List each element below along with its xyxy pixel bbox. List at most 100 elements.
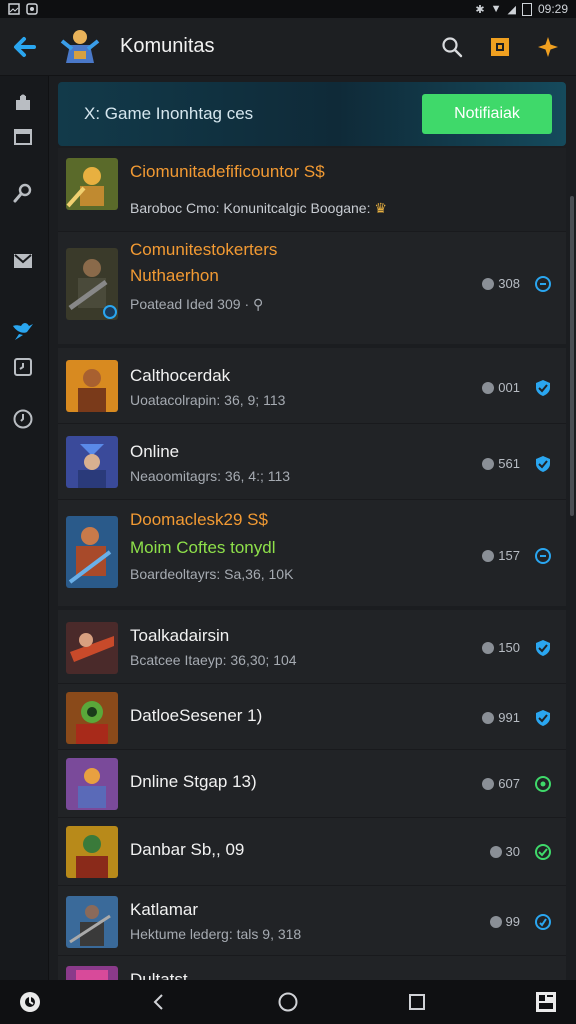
gallery-button[interactable]	[528, 984, 564, 1020]
list-item[interactable]: Comunitestokerters Nuthaerhon Poatead Id…	[58, 232, 566, 344]
list-item[interactable]: Doomaclesk29 S$ Moim Coftes tonydl Board…	[58, 500, 566, 606]
status-bar: ✱ ▼ ◢ 09:29	[0, 0, 576, 18]
mail-icon	[14, 254, 32, 268]
crown-icon: ♛	[374, 200, 387, 216]
status-circle-icon[interactable]	[534, 913, 552, 931]
member-count: 991	[482, 710, 520, 725]
pin-icon: · ⚲	[244, 296, 264, 312]
member-count: 99	[489, 914, 520, 929]
battery-icon	[521, 2, 532, 16]
list-item[interactable]: Katlamar Hektume lederg: tals 9, 318 99	[58, 886, 566, 956]
dot-icon	[482, 641, 495, 654]
row-title: Doomaclesk29 S$	[130, 510, 268, 529]
sidebar-item-search[interactable]	[8, 178, 38, 208]
dot-icon	[482, 711, 495, 724]
search-button[interactable]	[432, 27, 472, 67]
game-thumbnail	[66, 692, 118, 744]
row-title: Comunitestokerters	[130, 240, 278, 259]
row-title: Dnline Stgap 13)	[130, 772, 257, 791]
row-subtitle: Baroboc Cmo: Konunitcalgic Boogane: ♛	[130, 200, 387, 216]
sidebar-item-bird[interactable]	[8, 316, 38, 346]
dot-icon	[482, 549, 495, 562]
signal-icon: ◢	[507, 3, 516, 16]
inbox-icon	[14, 129, 32, 145]
search-key-icon	[13, 183, 32, 203]
member-count: 308	[482, 276, 520, 291]
status-circle-icon[interactable]	[534, 547, 552, 565]
notification-button[interactable]: Notifiaiak	[422, 94, 552, 134]
image-icon	[8, 3, 20, 15]
list-item[interactable]: Dultatst	[58, 956, 566, 980]
status-circle-icon[interactable]	[534, 275, 552, 293]
banner-text: X: Game Inonhtag ces	[84, 104, 254, 123]
row-title: Calthocerdak	[130, 366, 231, 385]
check-circle-green-icon[interactable]	[534, 843, 552, 861]
row-title: DatloeSesener 1)	[130, 706, 263, 725]
puzzle-icon	[16, 94, 30, 110]
list-item[interactable]: DatloeSesener 1) 991	[58, 684, 566, 750]
search-icon	[442, 36, 463, 57]
dot-icon	[482, 457, 495, 470]
game-thumbnail	[66, 360, 118, 412]
row-subtitle: Hektume lederg: tals 9, 318	[130, 926, 302, 942]
row-subtitle: Bcatcee Itaeyp: 36,30; 104	[130, 652, 297, 668]
wifi-icon: ▼	[490, 3, 502, 15]
game-thumbnail	[66, 158, 118, 210]
home-nav-icon	[278, 992, 298, 1012]
list-item[interactable]: Toalkadairsin Bcatcee Itaeyp: 36,30; 104…	[58, 610, 566, 684]
community-card-more: Toalkadairsin Bcatcee Itaeyp: 36,30; 104…	[58, 610, 566, 980]
row-title: Dultatst	[130, 970, 188, 980]
community-card-list: Calthocerdak Uoatacolrapin: 36, 9; 113 0…	[58, 348, 566, 606]
app-logo	[56, 22, 104, 71]
dot-icon	[489, 915, 502, 928]
community-card-featured: Ciomunitadefificountor S$ Baroboc Cmo: K…	[58, 148, 566, 344]
verified-shield-icon[interactable]	[534, 709, 552, 727]
home-nav-button[interactable]	[270, 984, 306, 1020]
game-thumbnail	[66, 896, 118, 948]
game-thumbnail	[66, 622, 118, 674]
game-thumbnail	[66, 436, 118, 488]
sidebar-item-mail[interactable]	[8, 246, 38, 276]
recents-nav-icon	[409, 994, 425, 1010]
list-item[interactable]: Calthocerdak Uoatacolrapin: 36, 9; 113 0…	[58, 348, 566, 424]
navigation-bar	[0, 980, 576, 1024]
member-count: 561	[482, 456, 520, 471]
row-title: Katlamar	[130, 900, 199, 919]
row-title-secondary: Nuthaerhon	[130, 266, 219, 285]
back-button[interactable]	[2, 25, 46, 69]
row-title: Toalkadairsin	[130, 626, 230, 645]
row-title: Danbar Sb,, 09	[130, 840, 245, 859]
member-count: 157	[482, 548, 520, 563]
row-subtitle: Poatead Ided 309 · ⚲	[130, 296, 264, 312]
recents-nav-button[interactable]	[399, 984, 435, 1020]
game-thumbnail	[66, 826, 118, 878]
sidebar-item-puzzle[interactable]	[8, 88, 38, 118]
list-item[interactable]: Danbar Sb,, 09 30	[58, 818, 566, 886]
app-circle-icon	[20, 992, 40, 1012]
verified-shield-icon[interactable]	[534, 455, 552, 473]
list-item[interactable]: Dnline Stgap 13) 607	[58, 750, 566, 818]
status-circle-green-icon[interactable]	[534, 775, 552, 793]
back-nav-button[interactable]	[141, 984, 177, 1020]
app-bar: Komunitas	[0, 18, 576, 76]
sidebar-item-clock-box[interactable]	[8, 352, 38, 382]
member-count: 150	[482, 640, 520, 655]
sidebar-item-clock[interactable]	[8, 404, 38, 434]
game-thumbnail	[66, 248, 118, 320]
game-thumbnail	[66, 516, 118, 588]
app-circle-button[interactable]	[12, 984, 48, 1020]
sidebar	[0, 76, 49, 980]
list-item[interactable]: Ciomunitadefificountor S$ Baroboc Cmo: K…	[58, 148, 566, 232]
scrollbar[interactable]	[570, 196, 574, 516]
badge-button[interactable]	[480, 27, 520, 67]
sidebar-item-inbox[interactable]	[8, 122, 38, 152]
list-item[interactable]: Online Neaoomitagrs: 36, 4:; 113 561	[58, 424, 566, 500]
verified-shield-icon[interactable]	[534, 379, 552, 397]
dot-icon	[482, 381, 495, 394]
row-subtitle: Neaoomitagrs: 36, 4:; 113	[130, 468, 291, 484]
verified-shield-icon[interactable]	[534, 639, 552, 657]
clock-box-icon	[14, 358, 32, 376]
arrow-left-icon	[14, 36, 36, 57]
bird-icon	[13, 323, 33, 340]
star-button[interactable]	[528, 27, 568, 67]
